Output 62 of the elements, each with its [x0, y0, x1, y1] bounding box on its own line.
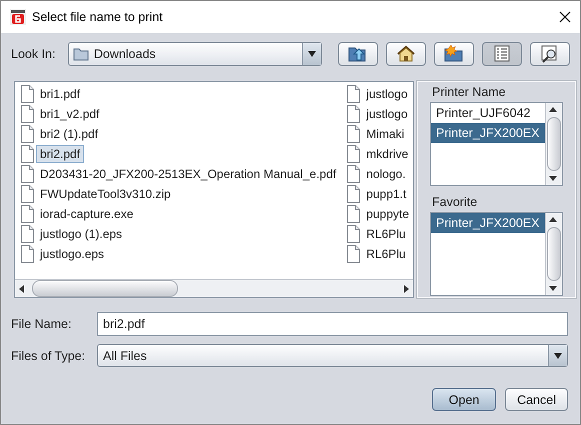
- window-title: Select file name to print: [32, 10, 164, 24]
- printer-item[interactable]: Printer_UJF6042: [431, 103, 545, 123]
- file-item[interactable]: nologo.: [362, 165, 410, 183]
- file-icon: [20, 164, 35, 184]
- folder-icon: [72, 46, 89, 62]
- file-name-label: File Name:: [11, 317, 72, 331]
- look-in-dropdown[interactable]: Downloads: [68, 42, 322, 66]
- file-icon: [346, 84, 362, 104]
- toolbar-button[interactable]: [530, 42, 570, 66]
- look-in-value: Downloads: [92, 47, 157, 61]
- file-type-dropdown[interactable]: All Files: [97, 344, 568, 367]
- toolbar-button[interactable]: [434, 42, 474, 66]
- close-icon[interactable]: [558, 10, 572, 24]
- printer-item[interactable]: Printer_JFX200EX: [431, 123, 545, 143]
- file-name-field[interactable]: bri2.pdf: [97, 312, 568, 336]
- file-item[interactable]: FWUpdateTool3v310.zip: [36, 185, 175, 203]
- file-icon: [346, 224, 362, 244]
- toolbar-button[interactable]: [338, 42, 378, 66]
- list-label: Printer Name: [431, 84, 507, 101]
- dialog-button[interactable]: Open: [432, 388, 496, 411]
- file-item[interactable]: bri2 (1).pdf: [36, 125, 102, 143]
- file-item[interactable]: justlogo.eps: [36, 245, 108, 263]
- toolbar-button[interactable]: [482, 42, 522, 66]
- look-in-label: Look In:: [11, 47, 56, 61]
- file-icon: [20, 144, 35, 164]
- scroll-bar[interactable]: [15, 279, 413, 297]
- file-icon: [346, 184, 362, 204]
- file-item[interactable]: justlogo: [362, 105, 412, 123]
- file-icon: [346, 104, 362, 124]
- printer-item[interactable]: Printer_JFX200EX: [431, 213, 545, 233]
- file-icon: [20, 204, 35, 224]
- file-item[interactable]: iorad-capture.exe: [36, 205, 138, 223]
- file-icon: [346, 204, 362, 224]
- file-item[interactable]: mkdrive: [362, 145, 412, 163]
- file-item[interactable]: puppyte: [362, 205, 413, 223]
- scroll-bar[interactable]: [545, 213, 562, 295]
- file-item[interactable]: RL6Plu: [362, 245, 410, 263]
- app-icon: [10, 9, 26, 25]
- scroll-bar[interactable]: [545, 103, 562, 185]
- file-icon: [20, 224, 35, 244]
- file-item[interactable]: pupp1.t: [362, 185, 410, 203]
- file-icon: [20, 244, 35, 264]
- toolbar-button[interactable]: [386, 42, 426, 66]
- file-icon: [20, 184, 35, 204]
- file-icon: [20, 104, 35, 124]
- file-icon: [346, 124, 362, 144]
- file-icon: [346, 164, 362, 184]
- file-type-label: Files of Type:: [11, 348, 86, 362]
- file-icon: [346, 244, 362, 264]
- dialog-button[interactable]: Cancel: [505, 388, 568, 411]
- file-item[interactable]: D203431-20_JFX200-2513EX_Operation Manual_e.pdf: [36, 165, 340, 183]
- file-icon: [346, 144, 362, 164]
- file-item[interactable]: RL6Plu: [362, 225, 410, 243]
- file-icon: [20, 124, 35, 144]
- file-item[interactable]: justlogo (1).eps: [36, 225, 126, 243]
- file-item[interactable]: bri1.pdf: [36, 85, 84, 103]
- file-item[interactable]: bri2.pdf: [36, 145, 84, 163]
- file-item[interactable]: Mimaki: [362, 125, 408, 143]
- file-item[interactable]: justlogo: [362, 85, 412, 103]
- list-label: Favorite: [431, 194, 478, 211]
- file-icon: [20, 84, 35, 104]
- file-item[interactable]: bri1_v2.pdf: [36, 105, 104, 123]
